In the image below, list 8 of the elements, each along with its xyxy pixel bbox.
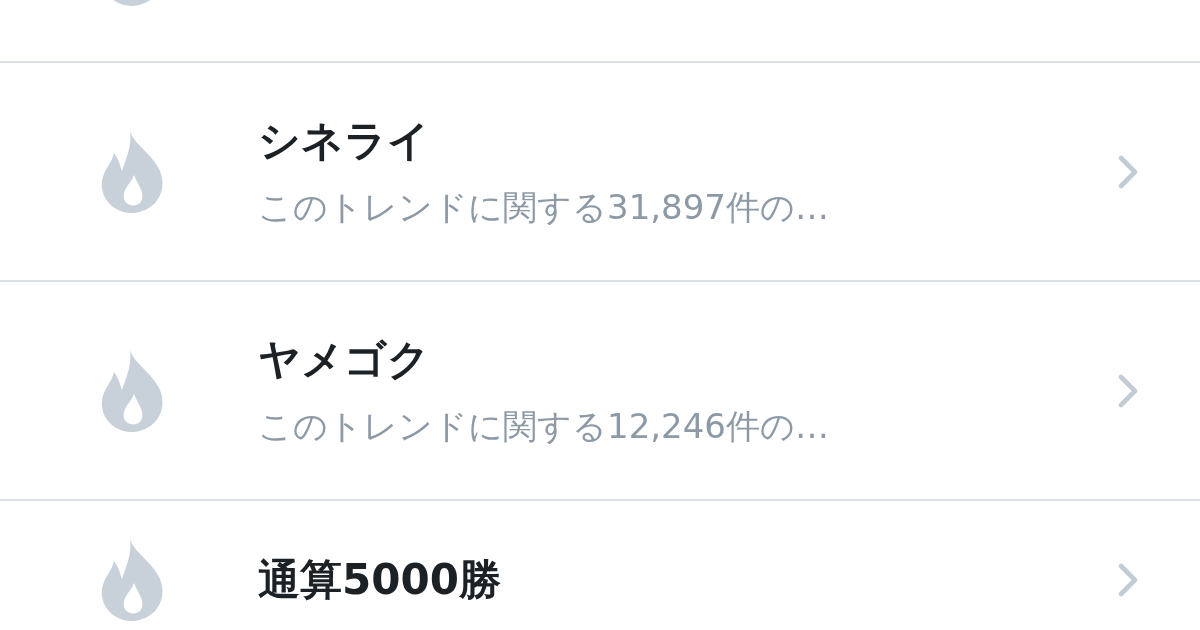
- trend-description: このトレンドに関する31,897件の…: [258, 185, 829, 229]
- trend-description: このトレンドに関する12,246件の…: [258, 404, 829, 448]
- trend-title: ヤメゴク: [258, 333, 430, 386]
- trend-title: シネライ: [258, 114, 430, 167]
- trend-row[interactable]: ヤメゴク このトレンドに関する12,246件の…: [0, 282, 1200, 501]
- trend-row[interactable]: 通算5000勝: [0, 501, 1200, 630]
- trend-title: 通算5000勝: [258, 554, 501, 606]
- trend-row[interactable]: シネライ このトレンドに関する31,897件の…: [0, 63, 1200, 282]
